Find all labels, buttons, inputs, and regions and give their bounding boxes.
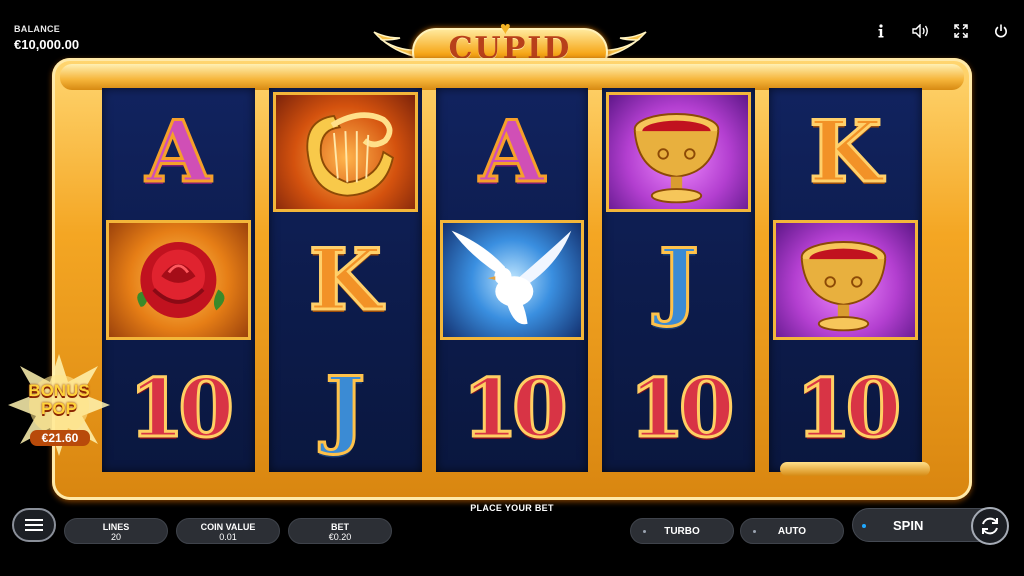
reel-cell [602, 88, 755, 216]
auto-toggle[interactable]: AUTO [740, 518, 844, 544]
spin-ring[interactable] [971, 507, 1009, 545]
spin-button[interactable]: SPIN [852, 507, 1009, 545]
reel-2: K J [268, 88, 422, 472]
reel-1: A 10 [102, 88, 255, 472]
symbol-ten: 10 [628, 361, 736, 455]
symbol-k: K [307, 230, 383, 329]
symbol-k: K [808, 102, 884, 201]
symbol-a: A [478, 102, 546, 201]
bet-selector[interactable]: BET €0.20 [288, 518, 392, 544]
reel-cell: K [269, 216, 422, 344]
sound-icon[interactable] [912, 22, 930, 40]
reel-area: A 10 K J A 10 J 10 K 10 [102, 88, 922, 472]
symbol-ten: 10 [461, 361, 569, 455]
turbo-label: TURBO [664, 525, 700, 537]
balance-label: BALANCE [14, 24, 61, 34]
lines-value: 20 [110, 532, 121, 542]
goblet-icon [800, 241, 887, 332]
menu-button[interactable] [12, 508, 56, 542]
bonus-amount: €21.60 [30, 430, 90, 446]
reel-cell [269, 88, 422, 216]
dove-icon [451, 230, 571, 325]
symbol-j: J [657, 230, 700, 329]
reel-5: K 10 [769, 88, 922, 472]
reel-cell: 10 [602, 344, 755, 472]
reel-cell [769, 216, 922, 344]
reel-3: A 10 [435, 88, 589, 472]
reel-cell: A [436, 88, 589, 216]
refresh-icon [982, 517, 998, 535]
bet-value: €0.20 [328, 532, 352, 542]
reel-cell: J [269, 344, 422, 472]
fullscreen-icon[interactable] [952, 22, 970, 40]
symbol-j: J [324, 358, 367, 457]
top-controls [872, 22, 1010, 40]
reel-cell: A [102, 88, 255, 216]
coin-value-value: 0.01 [219, 532, 237, 542]
frame-bottom-ornament [780, 462, 930, 476]
reel-cell: 10 [769, 344, 922, 472]
lyre-icon [306, 112, 394, 197]
symbol-dove [439, 220, 585, 340]
reel-cell [436, 216, 589, 344]
rose-icon [137, 242, 225, 318]
balance-value: €10,000.00 [14, 37, 80, 52]
symbol-rose [106, 220, 251, 340]
info-icon[interactable] [872, 22, 890, 40]
reel-cell: 10 [436, 344, 589, 472]
bet-label: BET [331, 522, 349, 532]
reel-cell: J [602, 216, 755, 344]
reel-cell: K [769, 88, 922, 216]
bonus-line1: BONUS [28, 381, 90, 400]
goblet-icon [634, 113, 720, 204]
lines-selector[interactable]: LINES 20 [64, 518, 168, 544]
reel-cell: 10 [102, 344, 255, 472]
hamburger-icon [25, 519, 43, 531]
spin-indicator [862, 524, 866, 528]
symbol-ten: 10 [127, 361, 235, 455]
power-icon[interactable] [992, 22, 1010, 40]
coin-value-label: COIN VALUE [200, 522, 256, 532]
symbol-lyre [272, 92, 418, 212]
symbol-a: A [144, 102, 212, 201]
auto-label: AUTO [777, 525, 807, 537]
symbol-ten: 10 [794, 361, 902, 455]
spin-label: SPIN [893, 518, 924, 533]
auto-indicator [753, 530, 756, 533]
turbo-indicator [643, 530, 646, 533]
coin-value-selector[interactable]: COIN VALUE 0.01 [176, 518, 280, 544]
lines-label: LINES [102, 522, 130, 532]
balance-display: BALANCE €10,000.00 [14, 24, 79, 52]
reel-cell [102, 216, 255, 344]
turbo-toggle[interactable]: TURBO [630, 518, 734, 544]
bonus-pop-badge[interactable]: BONUS POP €21.60 [6, 352, 112, 460]
reel-4: J 10 [602, 88, 756, 472]
frame-top-ornament [60, 64, 964, 90]
bonus-line2: POP [41, 399, 77, 418]
symbol-goblet [606, 92, 752, 212]
symbol-goblet [773, 220, 918, 340]
